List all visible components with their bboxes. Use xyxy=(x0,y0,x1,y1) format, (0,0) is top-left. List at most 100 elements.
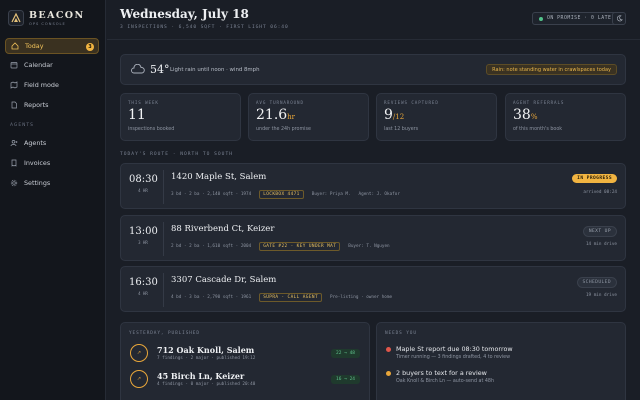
sidebar-item-label: Calendar xyxy=(24,61,53,69)
route-address: 88 Riverbend Ct, Keizer xyxy=(171,224,275,234)
home-icon xyxy=(11,42,19,50)
urgent-dot-icon xyxy=(386,347,391,352)
weather-temp: 54° xyxy=(150,63,170,76)
route-details: 4 bd · 3 ba · 2,790 sqft · 1961 SUPRA · … xyxy=(171,293,392,302)
stat-label: AGENT REFERRALS xyxy=(513,100,565,105)
status-badge: IN PROGRESS xyxy=(572,174,617,183)
stat-card-turnaround: AVG TURNAROUND 21.6hr under the 24h prom… xyxy=(248,93,369,141)
route-details: 3 bd · 2 ba · 2,140 sqft · 1974 LOCKBOX … xyxy=(171,190,400,199)
score-ring-icon: ↗ xyxy=(130,344,148,362)
main-content: Wednesday, July 18 3 INSPECTIONS · 6,540… xyxy=(107,0,640,400)
divider xyxy=(163,273,164,307)
needs-card: NEEDS YOU Maple St report due 08:30 tomo… xyxy=(376,322,626,400)
sidebar-item-reports[interactable]: Reports xyxy=(5,97,99,113)
need-title[interactable]: 2 buyers to text for a review xyxy=(396,369,487,377)
weather-desc: Light rain until noon · wind 8mph xyxy=(170,67,260,73)
theme-toggle-button[interactable] xyxy=(612,12,626,25)
route-specs: 2 bd · 2 ba · 1,610 sqft · 2004 xyxy=(171,244,252,249)
stat-note: under the 24h promise xyxy=(256,127,311,132)
divider xyxy=(163,222,164,256)
today-count-badge: 3 xyxy=(86,43,94,51)
stat-note: inspections booked xyxy=(128,127,175,132)
stat-card-week: THIS WEEK 11 inspections booked xyxy=(120,93,241,141)
rain-alert: Rain: note standing water in crawlspaces… xyxy=(486,64,617,75)
sidebar-item-field-mode[interactable]: Field mode xyxy=(5,77,99,93)
stat-label: AVG TURNAROUND xyxy=(256,100,304,105)
published-action-button[interactable]: 22 → 48 xyxy=(331,349,360,358)
published-label: YESTERDAY, PUBLISHED xyxy=(129,331,200,336)
weather-card: 54° Light rain until noon · wind 8mph Ra… xyxy=(120,54,626,85)
access-tag: LOCKBOX 4471 xyxy=(259,190,304,199)
header-divider xyxy=(107,39,640,40)
sidebar-item-invoices[interactable]: Invoices xyxy=(5,155,99,171)
route-duration: 3 HR xyxy=(138,240,148,245)
route-specs: 4 bd · 3 ba · 2,790 sqft · 1961 xyxy=(171,295,252,300)
stat-value: 21.6hr xyxy=(256,107,296,123)
sidebar-item-label: Field mode xyxy=(24,81,59,89)
access-tag: GATE #22 · KEY UNDER MAT xyxy=(259,242,341,251)
sidebar-item-label: Reports xyxy=(24,101,49,109)
score-ring-icon: ↗ xyxy=(130,370,148,388)
stat-note: of this month's book xyxy=(513,127,563,132)
sidebar: BEACON OPS CONSOLE Today 3 Calendar Fiel… xyxy=(0,0,106,400)
route-duration: 4 HR xyxy=(138,291,148,296)
gear-icon xyxy=(10,179,18,187)
published-address[interactable]: 712 Oak Knoll, Salem xyxy=(157,345,254,355)
route-time: 08:30 xyxy=(129,174,158,185)
route-address: 1420 Maple St, Salem xyxy=(171,172,267,182)
stat-label: THIS WEEK xyxy=(128,100,159,105)
stat-value: 9/12 xyxy=(384,107,405,123)
published-address[interactable]: 45 Birch Ln, Keizer xyxy=(157,371,244,381)
cloud-icon xyxy=(131,64,145,74)
route-eta: 14 min drive xyxy=(585,242,617,247)
sidebar-item-settings[interactable]: Settings xyxy=(5,175,99,191)
route-buyer: Pre-listing · owner home xyxy=(329,295,393,300)
receipt-icon xyxy=(11,159,17,167)
stat-note: last 12 buyers xyxy=(384,127,419,132)
route-item[interactable]: 13:00 3 HR 88 Riverbend Ct, Keizer 2 bd … xyxy=(120,215,626,261)
route-buyer: Buyer: T. Nguyen xyxy=(348,244,390,249)
route-specs: 3 bd · 2 ba · 2,140 sqft · 1974 xyxy=(171,192,252,197)
stat-label: REVIEWS CAPTURED xyxy=(384,100,439,105)
published-action-button[interactable]: 16 → 24 xyxy=(331,375,360,384)
file-icon xyxy=(11,101,17,109)
need-sub: Oak Knoll & Birch Ln — auto-send at 48h xyxy=(396,379,495,384)
route-address: 3307 Cascade Dr, Salem xyxy=(171,275,277,285)
status-badge: NEXT UP xyxy=(582,226,617,237)
route-duration: 4 HR xyxy=(138,188,148,193)
status-dot-icon xyxy=(539,16,543,21)
calendar-icon xyxy=(10,62,18,69)
user-add-icon xyxy=(10,140,18,147)
page-title: Wednesday, July 18 xyxy=(120,7,249,21)
sidebar-item-agents[interactable]: Agents xyxy=(5,135,99,151)
sidebar-item-today[interactable]: Today 3 xyxy=(5,38,99,54)
needs-label: NEEDS YOU xyxy=(385,331,417,336)
sidebar-item-calendar[interactable]: Calendar xyxy=(5,57,99,73)
route-details: 2 bd · 2 ba · 1,610 sqft · 2004 GATE #22… xyxy=(171,242,390,251)
sidebar-section-agents: AGENTS xyxy=(10,123,34,128)
brand-name: BEACON xyxy=(29,10,85,21)
status-pill[interactable]: ON PROMISE · 0 LATE xyxy=(532,12,619,25)
route-agent: Agent: J. Okafor xyxy=(358,192,400,197)
need-sub: Timer running — 3 findings drafted, 4 to… xyxy=(396,355,510,360)
route-eta: arrived 08:24 xyxy=(583,190,617,195)
route-buyer: Buyer: Priya M. xyxy=(311,192,351,197)
route-time: 16:30 xyxy=(129,277,158,288)
sidebar-item-label: Invoices xyxy=(24,159,51,167)
status-badge: SCHEDULED xyxy=(576,277,617,288)
need-title[interactable]: Maple St report due 08:30 tomorrow xyxy=(396,345,513,353)
stat-card-referrals: AGENT REFERRALS 38% of this month's book xyxy=(505,93,626,141)
rain-alert-text: Rain: note standing water in crawlspaces… xyxy=(492,66,611,73)
brand[interactable]: BEACON OPS CONSOLE xyxy=(8,10,85,26)
sidebar-item-label: Agents xyxy=(24,139,47,147)
page-subtitle: 3 INSPECTIONS · 6,540 SQFT · FIRST LIGHT… xyxy=(120,25,289,30)
map-icon xyxy=(10,81,18,89)
stat-card-reviews: REVIEWS CAPTURED 9/12 last 12 buyers xyxy=(376,93,497,141)
divider xyxy=(163,170,164,204)
status-text: ON PROMISE · 0 LATE xyxy=(547,16,612,21)
stat-value: 38% xyxy=(513,107,538,123)
route-item[interactable]: 16:30 4 HR 3307 Cascade Dr, Salem 4 bd ·… xyxy=(120,266,626,312)
brand-subtitle: OPS CONSOLE xyxy=(29,22,66,26)
route-item[interactable]: 08:30 4 HR 1420 Maple St, Salem 3 bd · 2… xyxy=(120,163,626,209)
published-sub: 7 findings · 2 major · published 19:12 xyxy=(157,356,256,361)
